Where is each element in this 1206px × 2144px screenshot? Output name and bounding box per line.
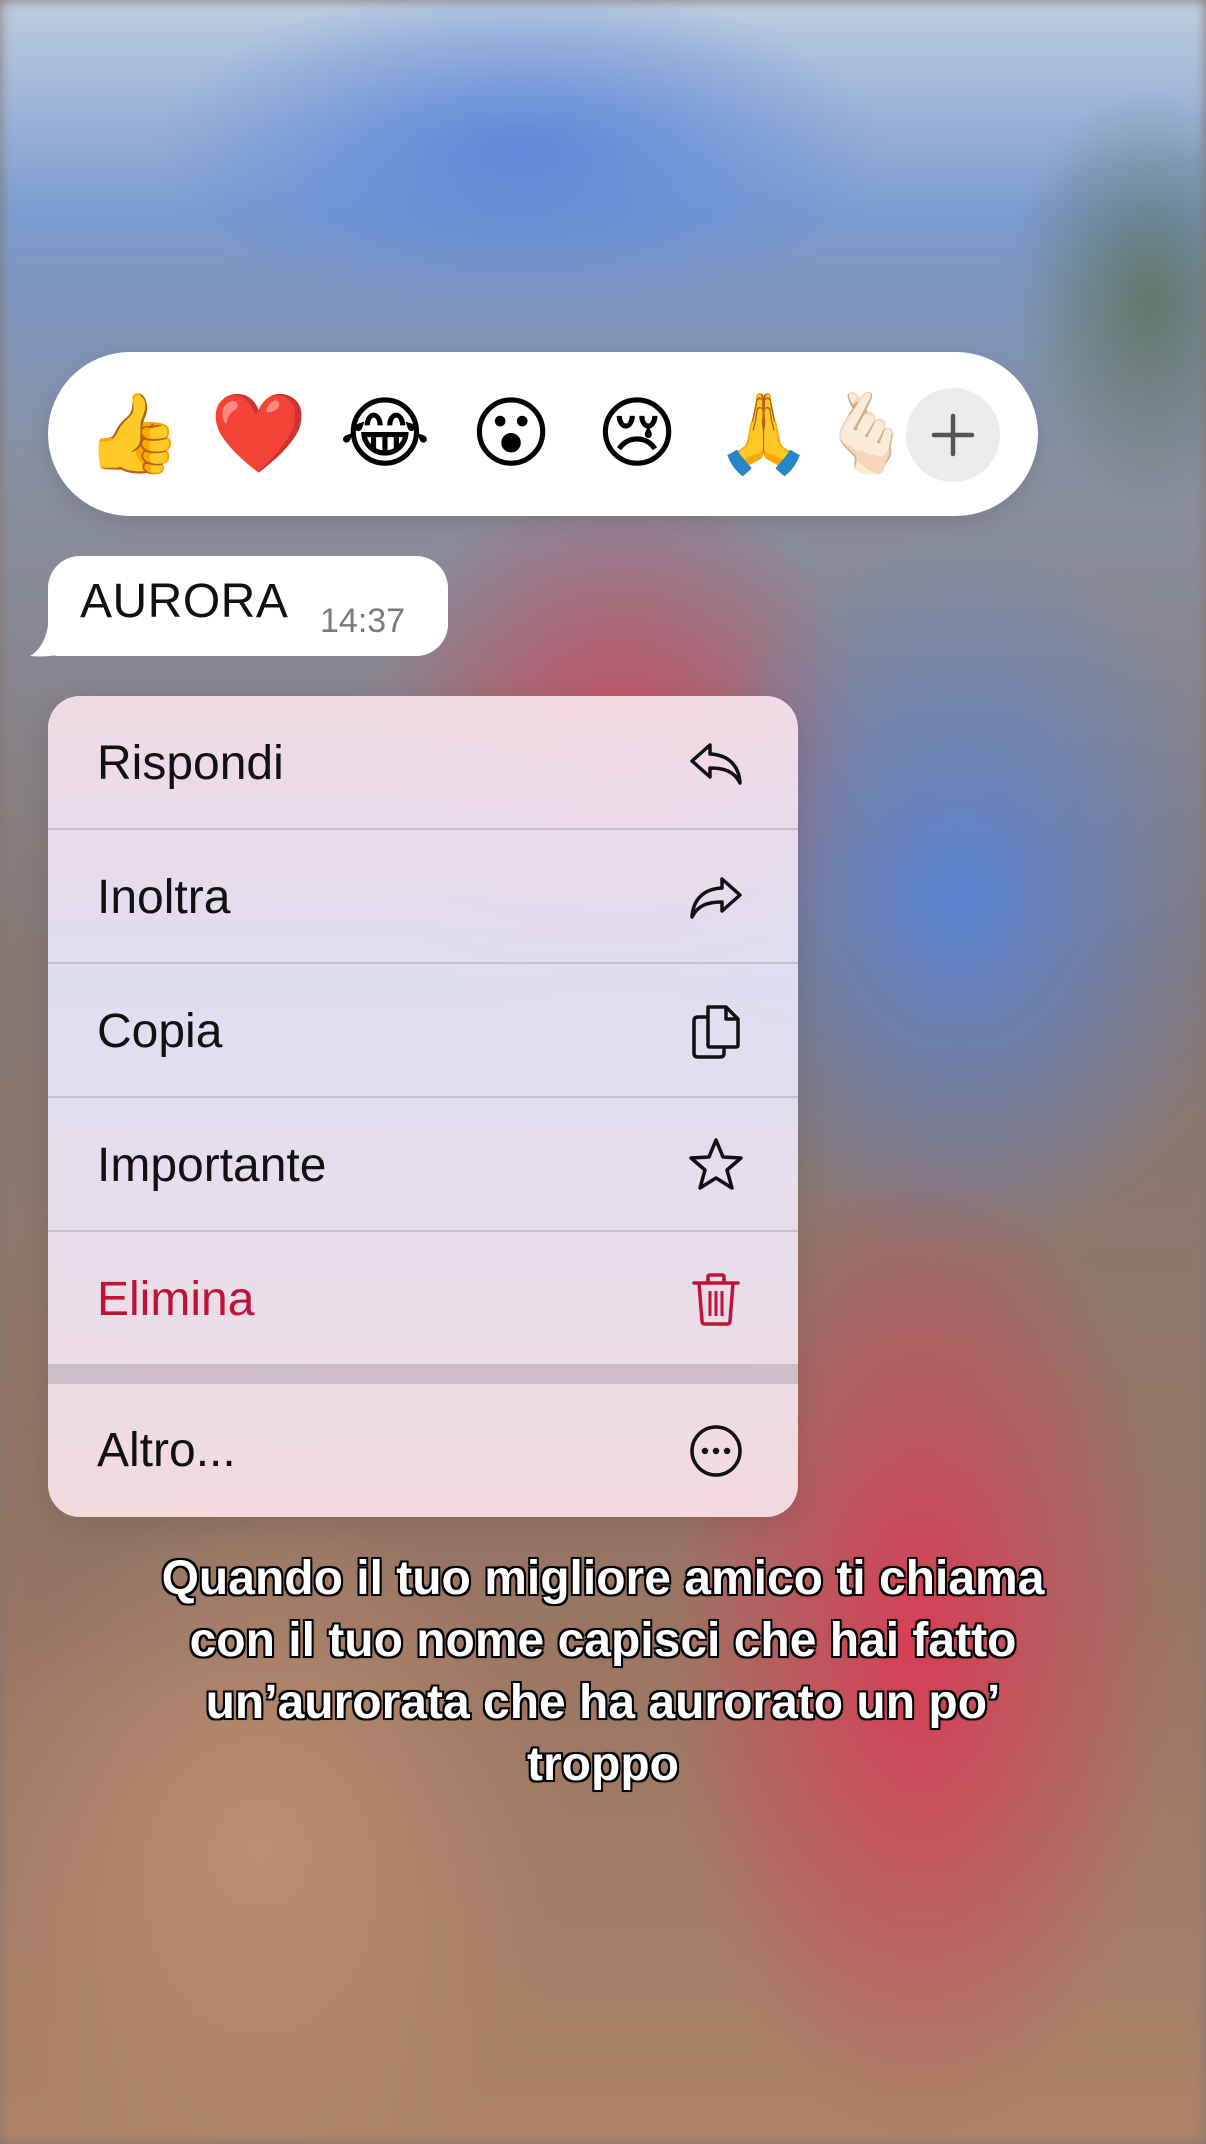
menu-item-more[interactable]: Altro... xyxy=(48,1384,798,1517)
caption-line: con il tuo nome capisci che hai fatto xyxy=(189,1613,1018,1668)
reaction-folded-hands[interactable]: 🙏 xyxy=(715,386,812,482)
reaction-thumbs-up[interactable]: 👍 xyxy=(85,386,182,482)
menu-item-forward[interactable]: Inoltra xyxy=(48,830,798,964)
menu-item-label: Elimina xyxy=(97,1272,255,1326)
menu-group-gap xyxy=(48,1364,798,1384)
star-icon xyxy=(689,1138,743,1190)
message-bubble[interactable]: AURORA 14:37 xyxy=(48,556,448,656)
caption-line: un’aurorata che ha aurorato un po’ xyxy=(205,1675,1002,1730)
caption-line: Quando il tuo migliore amico ti chiama xyxy=(161,1551,1046,1606)
message-text: AURORA xyxy=(80,575,289,628)
message-context-menu: Rispondi Inoltra Copia Importante Elimin… xyxy=(48,696,798,1517)
copy-icon xyxy=(692,1005,740,1059)
video-caption: Quando il tuo migliore amico ti chiama c… xyxy=(100,1548,1106,1796)
reaction-crying-face[interactable]: 😢 xyxy=(589,386,685,482)
more-reactions-button[interactable] xyxy=(906,388,1000,482)
plus-icon xyxy=(931,413,975,457)
message-timestamp: 14:37 xyxy=(320,602,406,640)
forward-icon xyxy=(690,877,742,919)
menu-item-label: Inoltra xyxy=(97,870,231,924)
menu-item-label: Altro... xyxy=(97,1424,236,1477)
reaction-hand-partial[interactable]: 🫰🏻 xyxy=(818,386,908,482)
menu-item-label: Rispondi xyxy=(97,736,284,790)
reaction-open-mouth[interactable]: 😮 xyxy=(463,386,559,482)
menu-item-label: Copia xyxy=(97,1004,223,1058)
ellipsis-circle-icon xyxy=(690,1424,742,1477)
menu-item-reply[interactable]: Rispondi xyxy=(48,696,798,830)
reaction-red-heart[interactable]: ❤️ xyxy=(210,386,307,482)
reaction-bar: 👍 ❤️ 😂 😮 😢 🙏 🫰🏻 xyxy=(48,352,1038,516)
caption-line: troppo xyxy=(526,1737,680,1792)
menu-item-copy[interactable]: Copia xyxy=(48,964,798,1098)
trash-icon xyxy=(692,1273,740,1326)
menu-item-label: Importante xyxy=(97,1138,327,1192)
menu-item-star[interactable]: Importante xyxy=(48,1098,798,1232)
reaction-tears-of-joy[interactable]: 😂 xyxy=(337,386,433,482)
menu-item-delete[interactable]: Elimina xyxy=(48,1232,798,1366)
reply-icon xyxy=(690,743,742,785)
